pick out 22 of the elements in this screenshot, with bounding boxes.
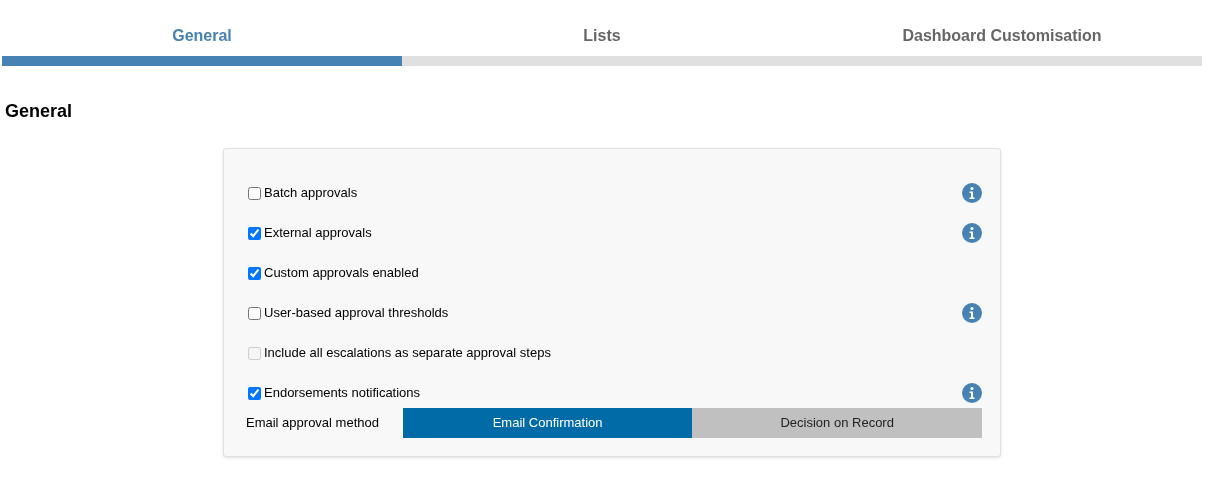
segment-button[interactable]: Decision on Record xyxy=(692,408,982,438)
checkbox[interactable] xyxy=(248,386,261,400)
tab[interactable]: Dashboard Customisation xyxy=(802,26,1202,66)
checkbox[interactable] xyxy=(248,226,261,240)
checkbox[interactable] xyxy=(248,306,261,320)
tab[interactable]: General xyxy=(2,26,402,66)
setting-label: External approvals xyxy=(264,224,372,243)
field-label: Email approval method xyxy=(245,414,380,433)
section-title: General xyxy=(5,100,74,123)
setting-label: User-based approval thresholds xyxy=(264,304,449,323)
info-icon[interactable] xyxy=(962,183,982,203)
info-icon[interactable] xyxy=(962,223,982,243)
info-icon[interactable] xyxy=(962,383,982,403)
checkbox[interactable] xyxy=(248,186,261,200)
setting-label: Include all escalations as separate approval steps xyxy=(264,344,551,363)
setting-label: Custom approvals enabled xyxy=(264,264,419,283)
segment-button[interactable]: Email Confirmation xyxy=(402,408,693,438)
info-icon[interactable] xyxy=(962,303,982,323)
setting-label: Batch approvals xyxy=(264,184,358,203)
tab[interactable]: Lists xyxy=(402,26,802,66)
setting-label: Endorsements notifications xyxy=(264,384,421,403)
checkbox[interactable] xyxy=(248,266,261,280)
